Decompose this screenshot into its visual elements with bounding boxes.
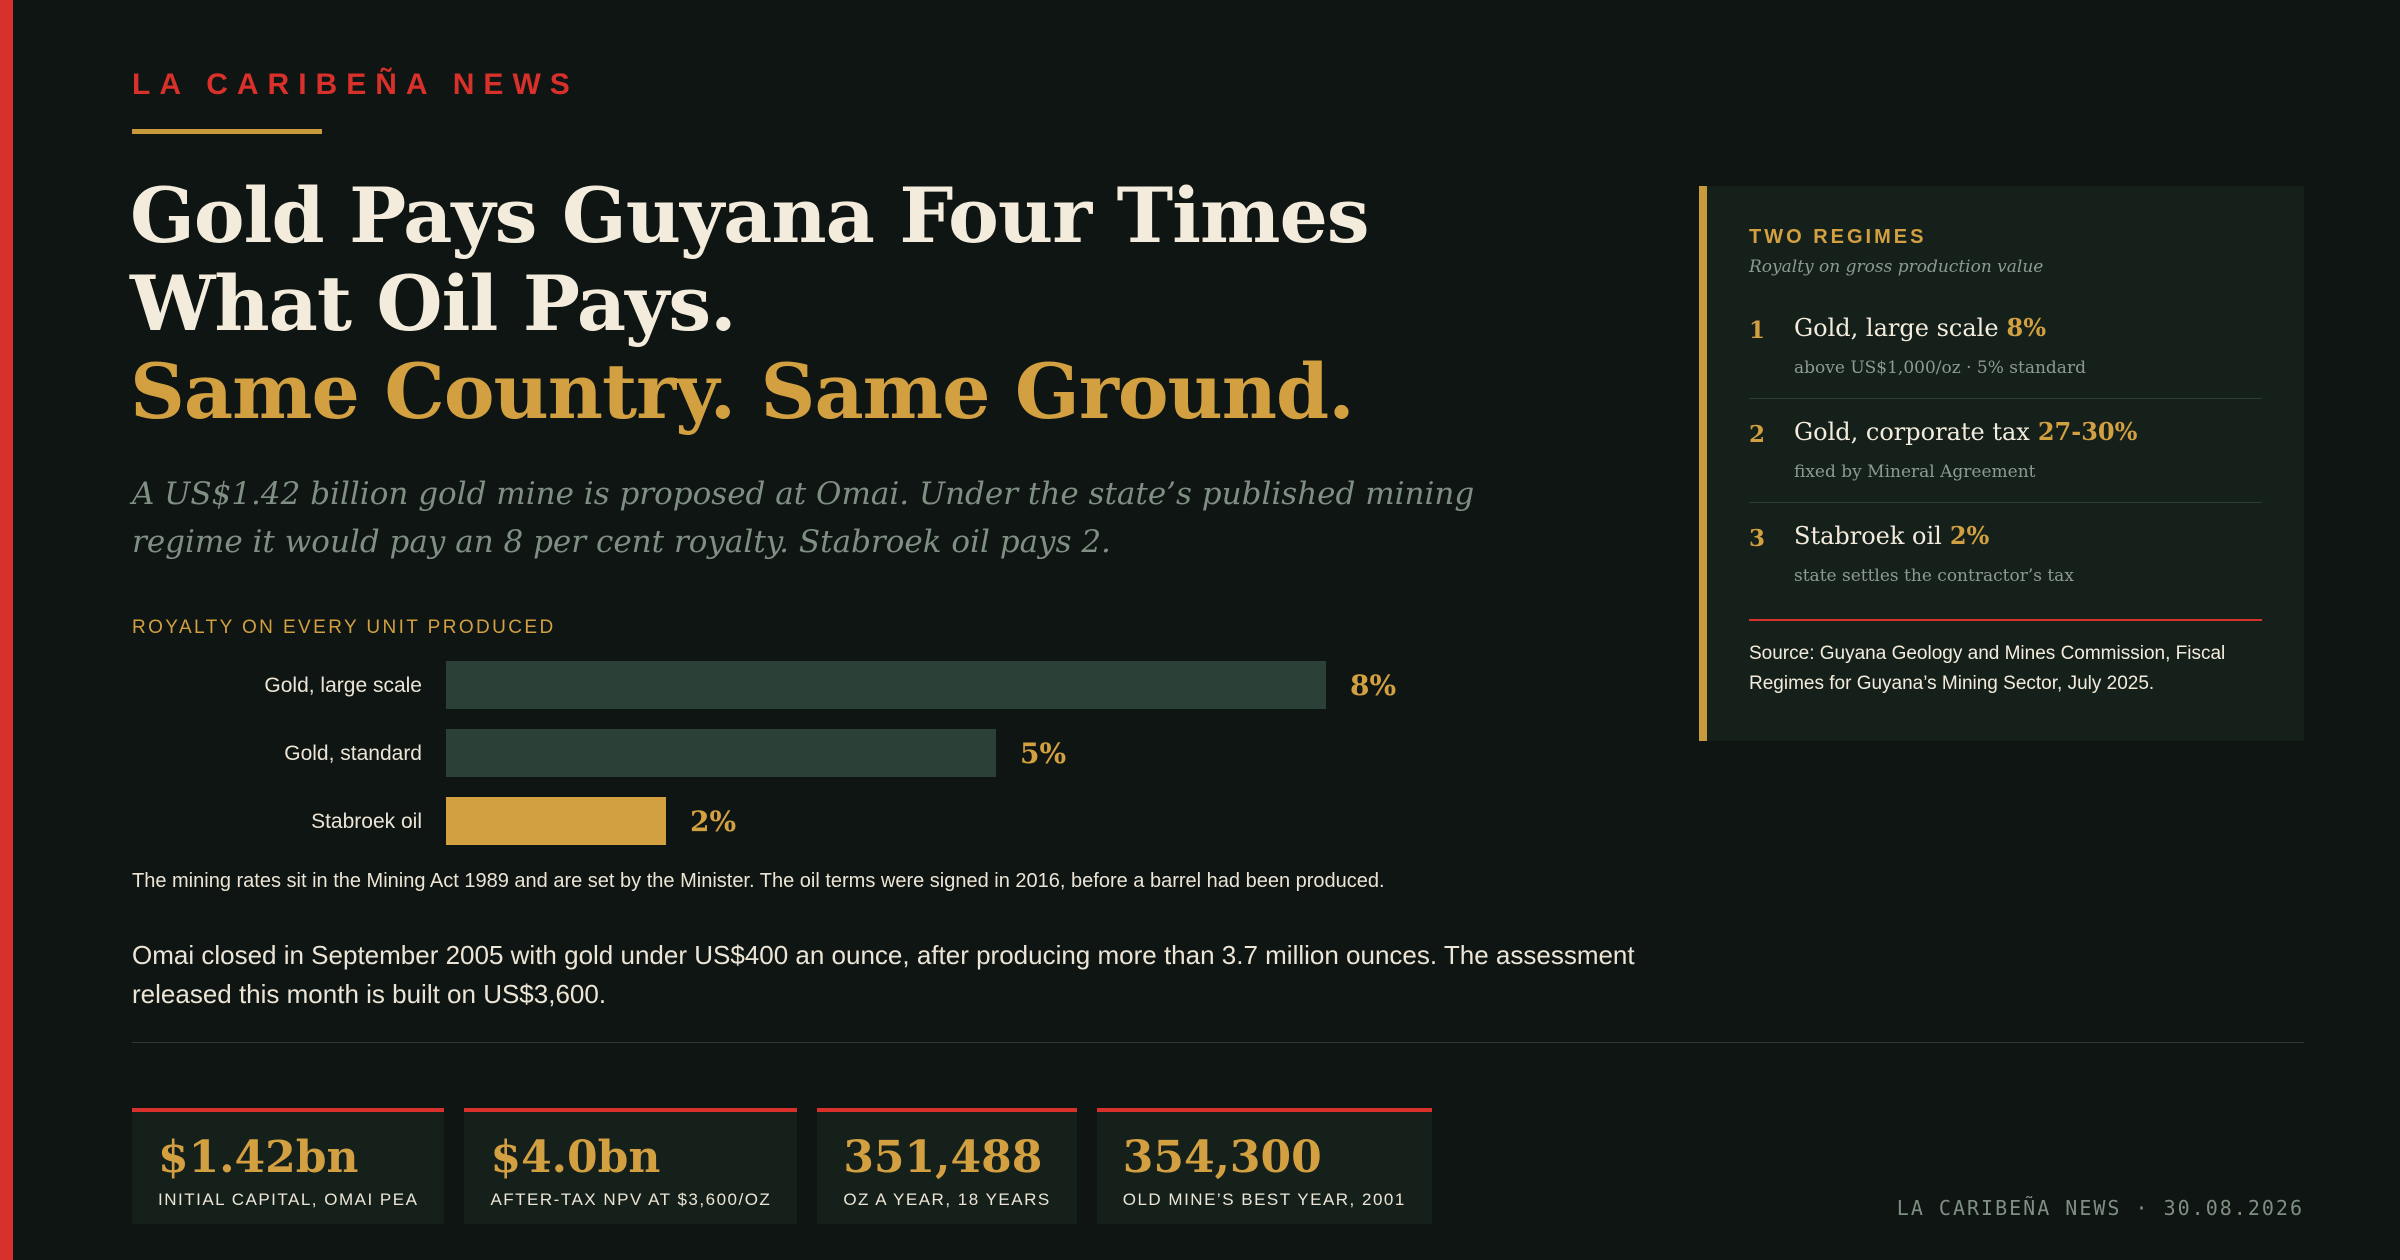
bar-value-stabroek-oil: 2% xyxy=(690,805,736,838)
sidebar-item-number: 1 xyxy=(1749,317,1766,344)
stat-label: OLD MINE’S BEST YEAR, 2001 xyxy=(1122,1190,1406,1209)
stat-value: 351,488 xyxy=(843,1132,1043,1183)
stat-card-best-year: 354,300 OLD MINE’S BEST YEAR, 2001 xyxy=(1096,1108,1432,1224)
body-paragraph: Omai closed in September 2005 with gold … xyxy=(132,940,1635,1009)
sidebar-item-stabroek-oil: 3 Stabroek oil 2% state settles the contr… xyxy=(1749,503,2262,607)
stat-card-initial-capital: $1.42bn INITIAL CAPITAL, OMAI PEA xyxy=(132,1108,445,1224)
sidebar-subtitle: Royalty on gross production value xyxy=(1749,257,2044,277)
stat-value: 354,300 xyxy=(1122,1132,1322,1183)
stat-label: INITIAL CAPITAL, OMAI PEA xyxy=(158,1190,419,1209)
royalty-bar-chart: Gold, large scale 8% Gold, standard 5% Stabr… xyxy=(264,661,1396,845)
sidebar-item-detail: above US$1,000/oz · 5% standard xyxy=(1794,358,2086,378)
sidebar-item-name: Gold, corporate tax xyxy=(1794,418,2030,446)
accent-strip xyxy=(0,0,13,1260)
stats-row: $1.42bn INITIAL CAPITAL, OMAI PEA $4.0bn… xyxy=(132,1108,1432,1224)
bar-value-gold-standard: 5% xyxy=(1020,737,1066,770)
sidebar-title: TWO REGIMES xyxy=(1749,226,1927,248)
sidebar-item-gold-corporate-tax: 2 Gold, corporate tax 27-30% fixed by Min… xyxy=(1749,399,2262,503)
chart-title: ROYALTY ON EVERY UNIT PRODUCED xyxy=(132,617,556,638)
stat-label: OZ A YEAR, 18 YEARS xyxy=(843,1190,1051,1209)
bar-label-gold-standard: Gold, standard xyxy=(284,742,422,765)
headline-line-2: What Oil Pays. xyxy=(130,259,737,348)
sidebar-item-detail: fixed by Mineral Agreement xyxy=(1794,462,2036,482)
sidebar-item-gold-large-scale: 1 Gold, large scale 8% above US$1,000/oz … xyxy=(1749,295,2262,399)
section-divider xyxy=(132,1042,2304,1043)
headline-line-1: Gold Pays Guyana Four Times xyxy=(130,171,1370,260)
brand-name[interactable]: LA CARIBEÑA NEWS xyxy=(132,68,579,102)
sidebar-item-name: Gold, large scale xyxy=(1794,314,1999,342)
stat-card-after-tax-npv: $4.0bn AFTER-TAX NPV AT $3,600/OZ xyxy=(464,1108,798,1224)
bar-label-gold-large-scale: Gold, large scale xyxy=(264,674,422,697)
sidebar-item-rate: 2% xyxy=(1949,521,1990,550)
standfirst: A US$1.42 billion gold mine is proposed … xyxy=(132,476,1475,560)
stat-value: $4.0bn xyxy=(490,1132,661,1183)
regimes-sidebar: TWO REGIMES Royalty on gross production … xyxy=(1699,186,2304,741)
sidebar-list: 1 Gold, large scale 8% above US$1,000/oz … xyxy=(1749,295,2262,607)
brand-underline xyxy=(132,129,322,134)
sidebar-rule xyxy=(1749,619,2262,621)
sidebar-source: Source: Guyana Geology and Mines Commiss… xyxy=(1749,643,2226,694)
sidebar-item-rate: 27-30% xyxy=(2037,417,2138,446)
sidebar-item-number: 3 xyxy=(1749,525,1766,552)
headline: Gold Pays Guyana Four Times What Oil Pay… xyxy=(130,172,1630,436)
stat-label: AFTER-TAX NPV AT $3,600/OZ xyxy=(490,1190,772,1209)
sidebar-item-number: 2 xyxy=(1749,421,1766,448)
bar-stabroek-oil xyxy=(446,797,666,845)
headline-line-3: Same Country. Same Ground. xyxy=(130,347,1355,436)
stat-value: $1.42bn xyxy=(158,1132,359,1183)
bar-gold-large-scale xyxy=(446,661,1326,709)
footer-credit: LA CARIBEÑA NEWS · 30.08.2026 xyxy=(1896,1196,2304,1220)
stat-card-annual-output: 351,488 OZ A YEAR, 18 YEARS xyxy=(817,1108,1077,1224)
sidebar-item-detail: state settles the contractor’s tax xyxy=(1794,566,2074,586)
bar-gold-standard xyxy=(446,729,996,777)
bar-label-stabroek-oil: Stabroek oil xyxy=(311,810,422,833)
sidebar-item-rate: 8% xyxy=(2006,313,2047,342)
chart-note: The mining rates sit in the Mining Act 1… xyxy=(132,870,1385,892)
sidebar-item-name: Stabroek oil xyxy=(1794,522,1942,550)
bar-value-gold-large-scale: 8% xyxy=(1350,669,1396,702)
